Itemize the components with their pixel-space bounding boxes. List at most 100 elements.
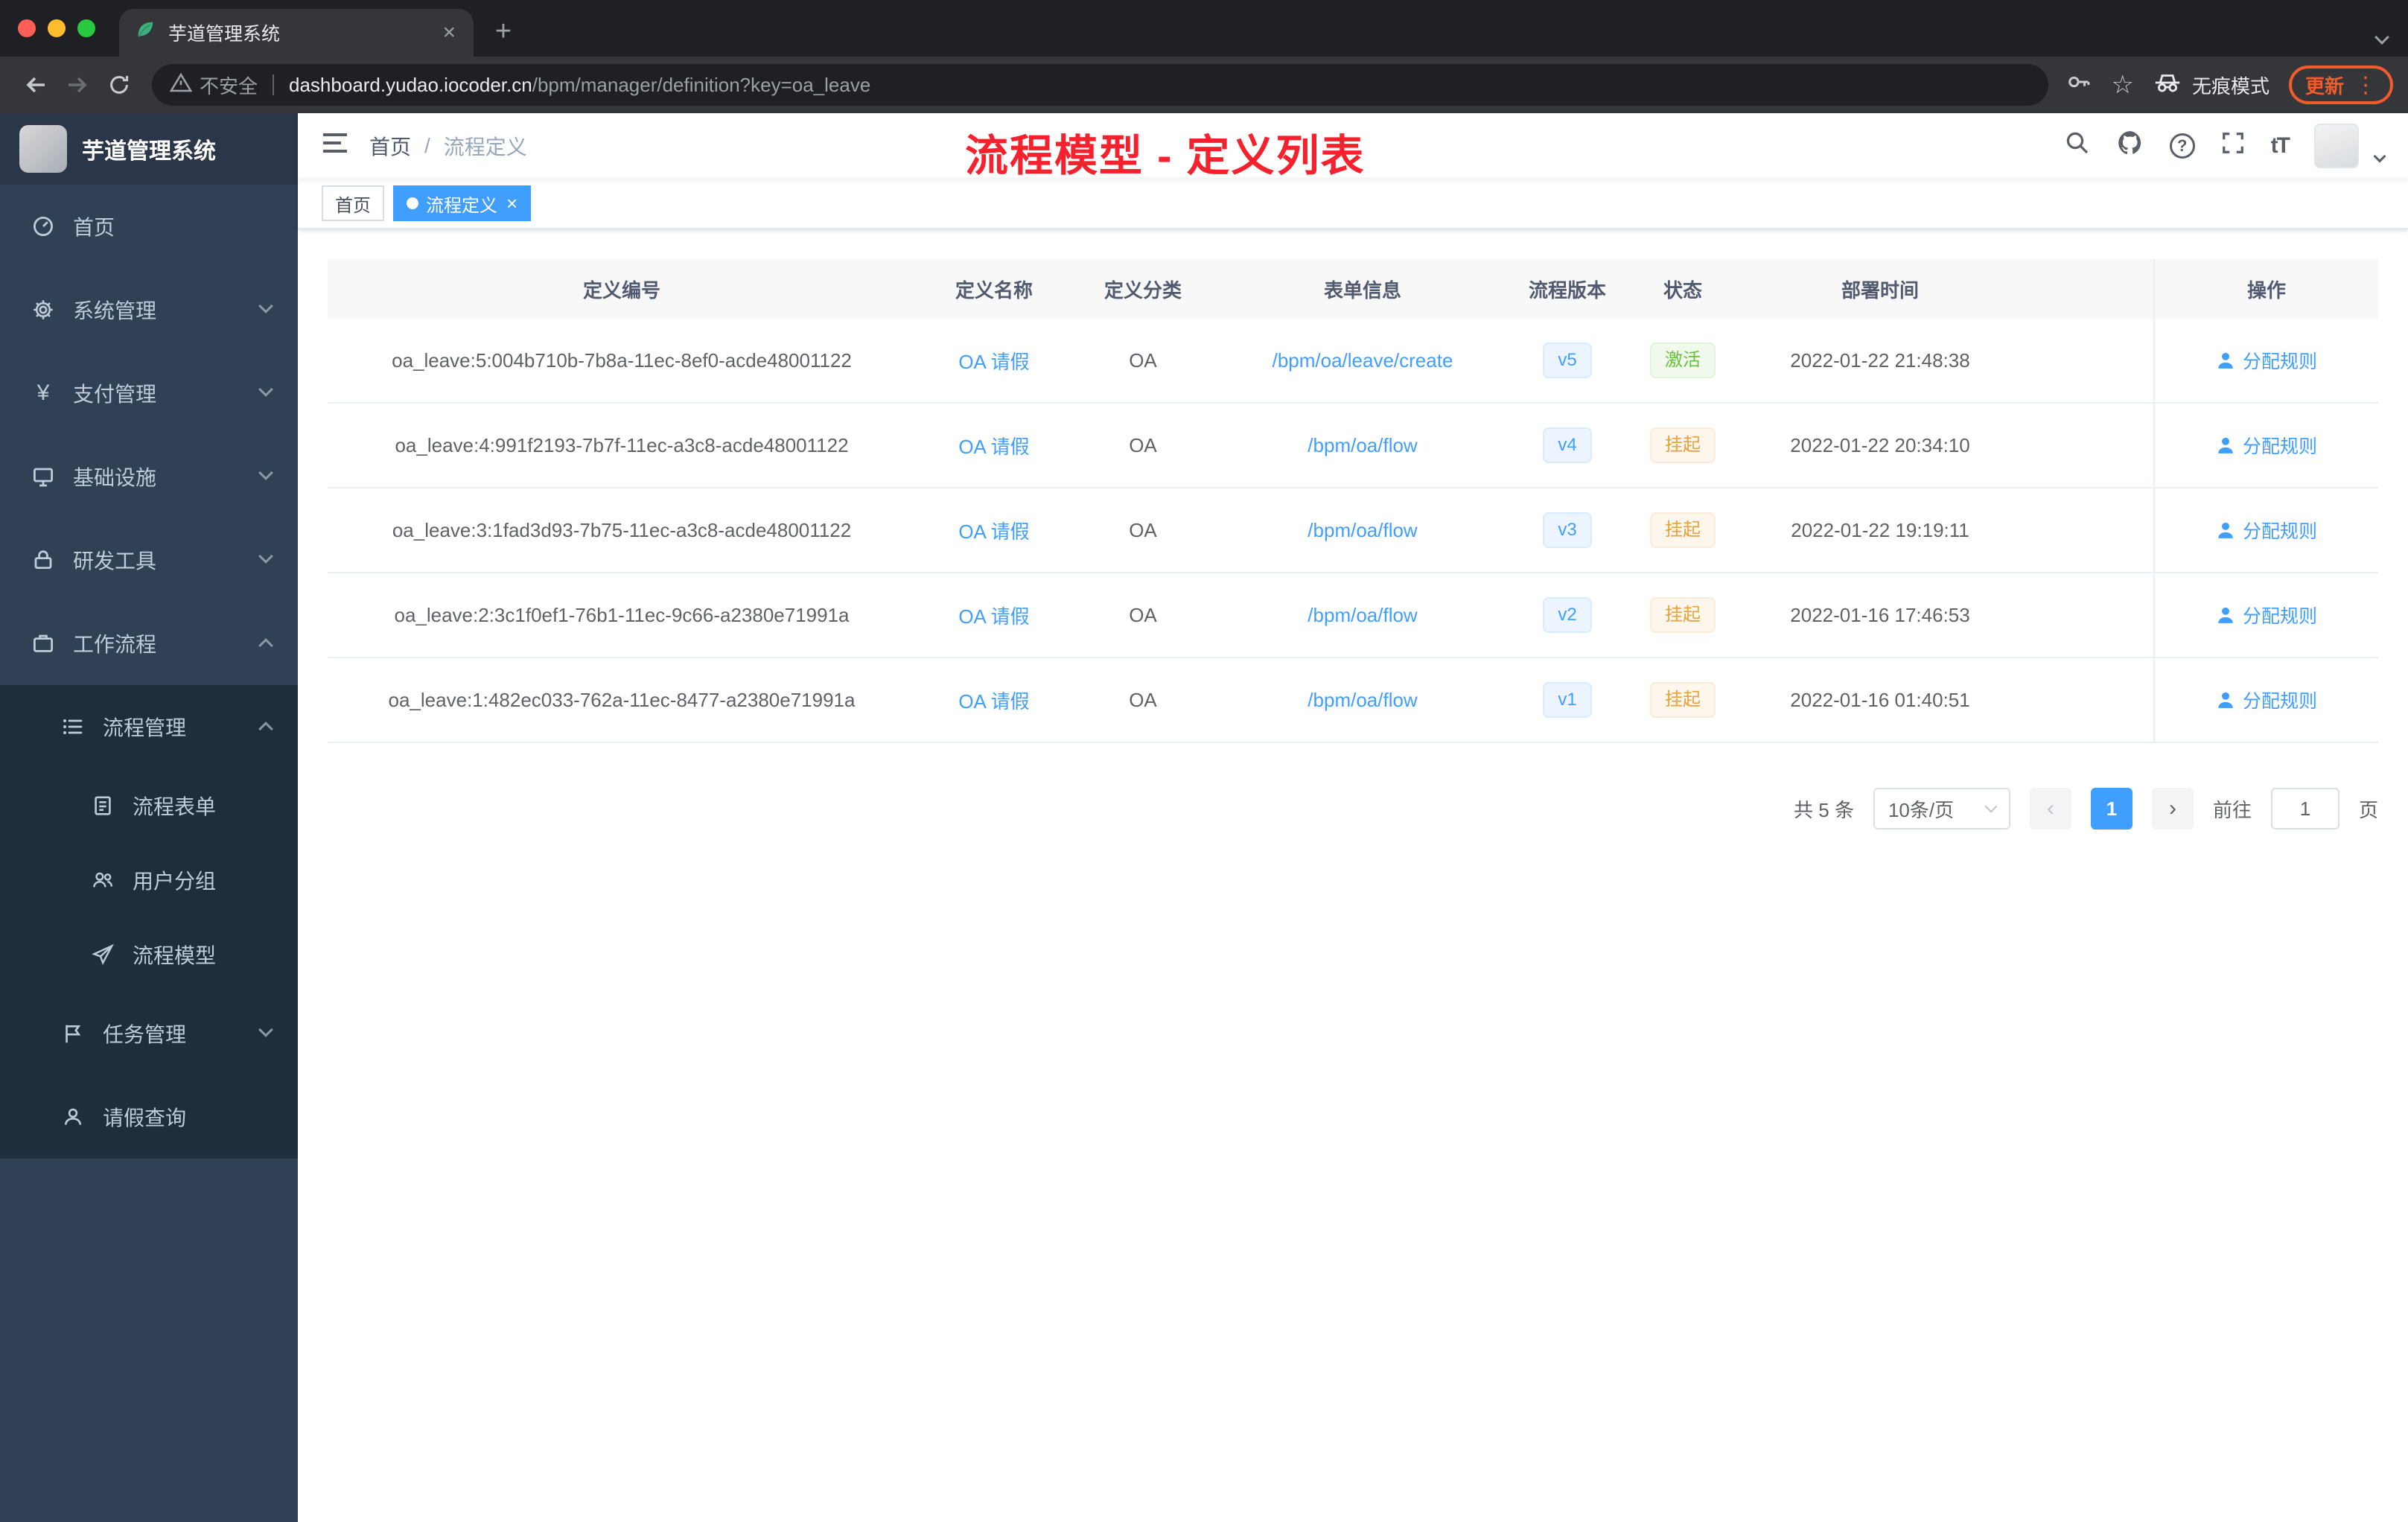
definition-category: OA bbox=[1129, 518, 1157, 541]
definition-category: OA bbox=[1129, 603, 1157, 626]
column-header: 定义名称 bbox=[955, 278, 1033, 302]
assign-rule-link[interactable]: 分配规则 bbox=[2216, 432, 2317, 459]
status-badge: 挂起 bbox=[1650, 512, 1716, 548]
omnibox-divider bbox=[273, 74, 275, 95]
sidebar-item-payment[interactable]: ¥ 支付管理 bbox=[0, 351, 298, 435]
browser-menu-kebab-icon[interactable]: ⋮ bbox=[2354, 72, 2377, 98]
chevron-down-icon bbox=[258, 465, 273, 480]
assign-rule-link[interactable]: 分配规则 bbox=[2216, 347, 2317, 374]
table-row: oa_leave:4:991f2193-7b7f-11ec-a3c8-acde4… bbox=[328, 404, 2378, 488]
password-key-icon[interactable] bbox=[2066, 69, 2092, 101]
status-badge: 挂起 bbox=[1650, 427, 1716, 463]
github-icon[interactable] bbox=[2116, 129, 2144, 163]
next-page-button[interactable]: › bbox=[2151, 788, 2194, 830]
help-icon[interactable]: ? bbox=[2169, 133, 2195, 159]
flag-icon bbox=[60, 1022, 86, 1045]
forward-button[interactable] bbox=[57, 64, 98, 106]
sidebar-item-task-management[interactable]: 任务管理 bbox=[0, 992, 298, 1075]
sidebar-item-workflow[interactable]: 工作流程 bbox=[0, 602, 298, 685]
deploy-time: 2022-01-22 19:19:11 bbox=[1791, 518, 1969, 541]
definition-category: OA bbox=[1129, 688, 1157, 711]
page-number-button[interactable]: 1 bbox=[2090, 788, 2133, 830]
avatar[interactable] bbox=[2314, 124, 2359, 168]
table-row: oa_leave:3:1fad3d93-7b75-11ec-a3c8-acde4… bbox=[328, 488, 2378, 573]
breadcrumb-home-link[interactable]: 首页 bbox=[369, 131, 411, 161]
definition-name-link[interactable]: OA 请假 bbox=[958, 347, 1029, 375]
chrome-update-button[interactable]: 更新 ⋮ bbox=[2288, 66, 2393, 104]
form-info-link[interactable]: /bpm/oa/flow bbox=[1307, 434, 1417, 457]
address-bar[interactable]: 不安全 dashboard.yudao.iocoder.cn/bpm/manag… bbox=[152, 64, 2049, 106]
person-icon bbox=[2218, 692, 2233, 708]
sidebar-item-process-form[interactable]: 流程表单 bbox=[0, 768, 298, 843]
back-button[interactable] bbox=[15, 64, 57, 106]
sidebar-item-process-model[interactable]: 流程模型 bbox=[0, 917, 298, 992]
definition-name-link[interactable]: OA 请假 bbox=[958, 432, 1029, 459]
definition-name-link[interactable]: OA 请假 bbox=[958, 602, 1029, 629]
sidebar-item-dev-tools[interactable]: 研发工具 bbox=[0, 518, 298, 602]
font-size-icon[interactable]: tT bbox=[2271, 133, 2290, 159]
sidebar-item-label: 任务管理 bbox=[103, 1023, 187, 1046]
sidebar-item-label: 研发工具 bbox=[73, 550, 157, 573]
table-row: oa_leave:5:004b710b-7b8a-11ec-8ef0-acde4… bbox=[328, 319, 2378, 404]
form-info-link[interactable]: /bpm/oa/flow bbox=[1307, 519, 1417, 542]
fullscreen-icon[interactable] bbox=[2220, 130, 2246, 162]
bookmark-star-icon[interactable]: ☆ bbox=[2111, 72, 2133, 98]
content-area: 首页 / 流程定义 流程模型 - 定义列表 ? tT 首页 流程定义 × 定义编… bbox=[298, 113, 2408, 1522]
chevron-down-icon bbox=[258, 1022, 273, 1037]
tag-home[interactable]: 首页 bbox=[322, 185, 384, 221]
url-path: /bpm/manager/definition?key=oa_leave bbox=[532, 73, 871, 96]
minimize-window-button[interactable] bbox=[48, 19, 66, 37]
column-header: 部署时间 bbox=[1841, 278, 1919, 302]
breadcrumb-separator: / bbox=[424, 134, 430, 157]
page-title-annotation: 流程模型 - 定义列表 bbox=[965, 132, 1366, 180]
sidebar-item-infrastructure[interactable]: 基础设施 bbox=[0, 435, 298, 518]
close-window-button[interactable] bbox=[18, 19, 36, 37]
new-tab-button[interactable]: + bbox=[482, 10, 524, 52]
definition-id: oa_leave:3:1fad3d93-7b75-11ec-a3c8-acde4… bbox=[392, 518, 852, 541]
assign-rule-link[interactable]: 分配规则 bbox=[2216, 517, 2317, 544]
tab-close-icon[interactable]: × bbox=[439, 20, 459, 45]
sidebar-item-leave-query[interactable]: 请假查询 bbox=[0, 1075, 298, 1159]
tag-process-definition[interactable]: 流程定义 × bbox=[393, 185, 532, 221]
person-icon bbox=[2218, 522, 2233, 538]
zoom-window-button[interactable] bbox=[77, 19, 95, 37]
version-badge: v4 bbox=[1543, 427, 1592, 463]
definition-name-link[interactable]: OA 请假 bbox=[958, 517, 1029, 544]
page-size-select[interactable]: 10条/页 bbox=[1873, 788, 2010, 830]
send-icon bbox=[89, 943, 116, 966]
incognito-badge: 无痕模式 bbox=[2153, 71, 2270, 100]
table-row: oa_leave:2:3c1f0ef1-76b1-11ec-9c66-a2380… bbox=[328, 573, 2378, 658]
sidebar-item-label: 流程表单 bbox=[133, 795, 217, 818]
tab-strip: 芋道管理系统 × + bbox=[0, 0, 2408, 57]
chevron-up-icon bbox=[258, 638, 273, 653]
assign-rule-link[interactable]: 分配规则 bbox=[2216, 687, 2317, 713]
search-icon[interactable] bbox=[2064, 130, 2091, 162]
avatar-caret-icon[interactable] bbox=[2373, 150, 2386, 163]
sidebar-item-user-group[interactable]: 用户分组 bbox=[0, 843, 298, 917]
tab-title: 芋道管理系统 bbox=[168, 24, 281, 45]
sidebar-item-label: 请假查询 bbox=[103, 1107, 187, 1130]
tag-label: 首页 bbox=[335, 195, 371, 216]
pagination: 共 5 条 10条/页 ‹ 1 › 前往 页 bbox=[328, 788, 2378, 830]
person-icon bbox=[2218, 437, 2233, 453]
table-row: oa_leave:1:482ec033-762a-11ec-8477-a2380… bbox=[328, 658, 2378, 743]
hamburger-icon[interactable] bbox=[322, 131, 348, 161]
sidebar-item-system[interactable]: 系统管理 bbox=[0, 268, 298, 351]
form-info-link[interactable]: /bpm/oa/leave/create bbox=[1273, 349, 1453, 372]
sidebar-item-process-management[interactable]: 流程管理 bbox=[0, 685, 298, 768]
tab-favicon-icon bbox=[134, 19, 156, 47]
assign-rule-link[interactable]: 分配规则 bbox=[2216, 602, 2317, 628]
tag-close-icon[interactable]: × bbox=[506, 192, 517, 215]
form-info-link[interactable]: /bpm/oa/flow bbox=[1307, 604, 1417, 627]
definition-name-link[interactable]: OA 请假 bbox=[958, 687, 1029, 714]
security-warning-icon[interactable] bbox=[169, 71, 193, 99]
reload-button[interactable] bbox=[98, 64, 140, 106]
tab-search-chevron-icon[interactable] bbox=[2374, 21, 2389, 48]
goto-page-input[interactable] bbox=[2270, 788, 2339, 830]
prev-page-button[interactable]: ‹ bbox=[2029, 788, 2071, 830]
form-info-link[interactable]: /bpm/oa/flow bbox=[1307, 689, 1417, 712]
sidebar-logo[interactable]: 芋道管理系统 bbox=[0, 113, 298, 185]
sidebar-item-home[interactable]: 首页 bbox=[0, 185, 298, 268]
browser-tab[interactable]: 芋道管理系统 × bbox=[119, 9, 474, 57]
document-icon bbox=[89, 795, 116, 817]
